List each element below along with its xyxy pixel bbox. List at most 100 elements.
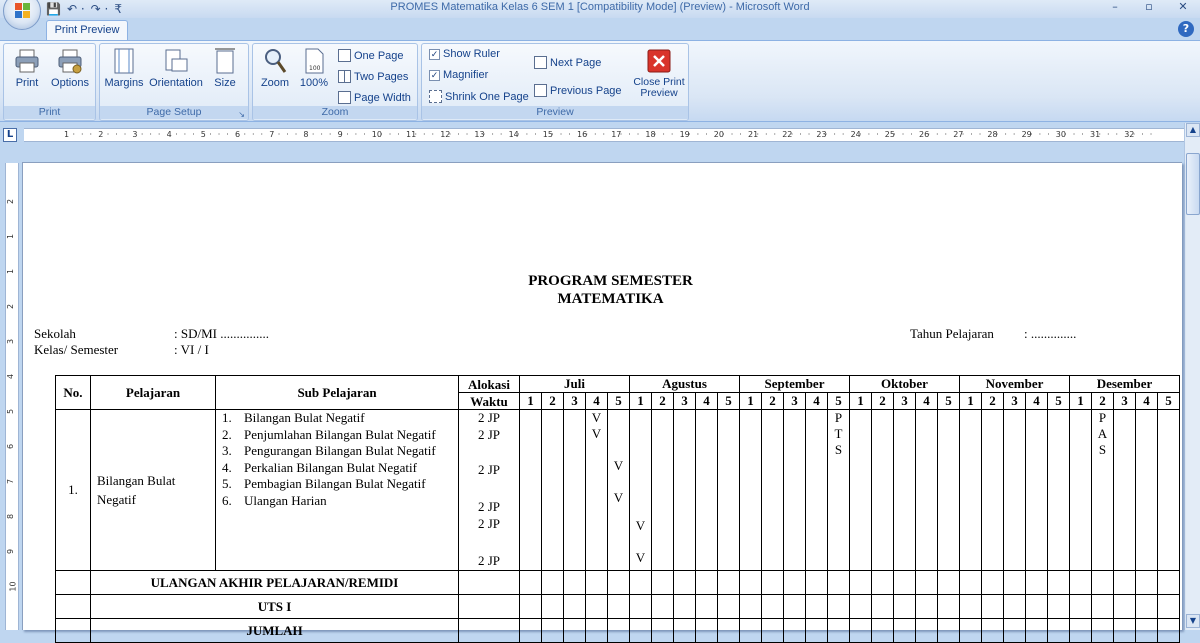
week-number: 5 [1157,392,1180,410]
shrink-one-page-label: Shrink One Page [445,90,529,103]
schedule-cell [673,594,696,619]
orientation-button[interactable]: Orientation [146,47,206,89]
schedule-cell [981,409,1004,571]
close-button[interactable]: ✕ [1166,0,1200,16]
zoom-100-button[interactable]: 100 100% [297,47,331,89]
ruler-tick: · [585,130,589,139]
table-row: 1. Bilangan Bulat Negatif 1. Bilangan Bul… [55,409,1180,571]
page-setup-launcher-icon[interactable]: ↘ [238,110,245,119]
empty-cell [55,594,91,619]
schedule-cell [959,570,982,595]
schedule-cell [541,409,564,571]
schedule-cell [1025,618,1048,643]
ruler-tick: · [765,130,768,139]
schedule-cell [585,618,608,643]
list-item: 6. Ulangan Harian [222,493,458,510]
preview-group: ✓ Show Ruler ✓ Magnifier Shrink One Page N… [421,43,689,121]
tahun-label: Tahun Pelajaran [910,326,994,341]
ruler-tick: · [183,130,187,139]
schedule-cell [915,570,938,595]
ruler-tick: · [534,130,537,139]
vertical-ruler-scale[interactable]: 2 1 1 2 3 4 5 6 7 8 9 10 [5,163,19,630]
tab-print-preview[interactable]: Print Preview [46,20,128,40]
show-ruler-checkbox[interactable]: ✓ Show Ruler [429,48,500,60]
ruler-tick: · [859,130,862,139]
sekolah-label: Sekolah [34,326,76,341]
table-row: UTS I [55,594,1180,619]
office-logo-icon [15,3,31,19]
margins-button[interactable]: Margins [102,47,146,89]
schedule-cell [915,409,938,571]
schedule-cell [717,618,740,643]
sub-pelajaran-list: 1. Bilangan Bulat Negatif 2. Penjumlahan B… [216,410,458,509]
list-item: 3. Pengurangan Bilangan Bulat Negatif [222,443,458,460]
ruler-tick: · [457,130,460,139]
schedule-cell: PTS [827,409,850,571]
vertical-scrollbar[interactable]: ▲ ▼ [1184,123,1200,630]
ruler-tick: · [867,130,871,139]
print-button[interactable]: Print [10,47,44,89]
schedule-cell [805,594,828,619]
schedule-cell [1047,409,1070,571]
ruler-tick: · [756,130,760,139]
vertical-ruler-number: 3 [6,338,16,345]
schedule-cell [893,618,916,643]
week-number: 1 [1069,392,1092,410]
row-pelajaran: Bilangan Bulat Negatif [90,409,216,571]
schedule-cell [981,570,1004,595]
scrollbar-thumb[interactable] [1186,153,1200,215]
schedule-cell [937,594,960,619]
scroll-down-icon[interactable]: ▼ [1186,614,1200,628]
page-width-button[interactable]: Page Width [338,91,411,104]
print-group-label: Print [4,106,95,119]
schedule-cell [673,618,696,643]
tab-selector[interactable]: L [3,128,17,142]
schedule-cell [893,570,916,595]
close-print-preview-button[interactable]: Close Print Preview [629,47,689,99]
schedule-cell [937,618,960,643]
schedule-cell [1157,618,1180,643]
ruler-tick: · [739,130,742,139]
list-item: 4. Perkalian Bilangan Bulat Negatif [222,460,458,477]
help-icon[interactable]: ? [1178,21,1194,37]
options-button[interactable]: Options [48,47,92,89]
week-mark: V [591,426,602,441]
ruler-scale[interactable]: 1 · · · 2 · · · 3 · · · 4 · · · 5 · · · 6 · · · 7 · · · 8 · · · 9 · · · 10 · ·… [24,128,1184,142]
pas-letter: A [1097,426,1108,441]
shrink-one-page-button[interactable]: Shrink One Page [429,90,529,103]
schedule-cell [519,409,542,571]
week-mark: V [635,550,646,565]
size-button[interactable]: Size [210,47,240,89]
maximize-button[interactable]: ▫ [1132,0,1166,16]
title-matematika: MATEMATIKA [557,291,664,307]
previous-page-button[interactable]: Previous Page [534,84,622,97]
schedule-cell [805,618,828,643]
ruler-tick: · [927,130,931,139]
month-juli: Juli [519,375,630,393]
minimize-button[interactable]: – [1098,0,1132,16]
vertical-ruler-number: 1 [6,233,16,240]
schedule-cell [739,618,762,643]
ruler-tick: · [1072,130,1076,139]
orientation-label: Orientation [149,77,203,89]
empty-cell [458,570,520,595]
magnifier-checkbox[interactable]: ✓ Magnifier [429,69,488,81]
one-page-button[interactable]: One Page [338,49,404,62]
table-header-row: No. Pelajaran Sub Pelajaran Alokasi Juli… [55,375,1180,410]
two-pages-button[interactable]: Two Pages [338,70,408,83]
zoom-button[interactable]: Zoom [257,47,293,89]
week-mark: V [635,518,646,533]
schedule-cell [959,409,982,571]
document-page[interactable]: PROGRAM SEMESTER MATEMATIKA Sekolah : SD… [22,162,1182,643]
ruler-tick: · [149,130,152,139]
schedule-cell [871,570,894,595]
vertical-ruler-number: 6 [6,443,16,450]
schedule-cell [739,570,762,595]
scroll-up-icon[interactable]: ▲ [1186,123,1200,137]
ruler-tick: · [833,130,836,139]
next-page-button[interactable]: Next Page [534,56,601,69]
zoom-label: Zoom [260,77,290,89]
schedule-cell [629,594,652,619]
list-item: 2. Penjumlahan Bilangan Bulat Negatif [222,427,458,444]
pas-letter: S [1098,442,1107,457]
